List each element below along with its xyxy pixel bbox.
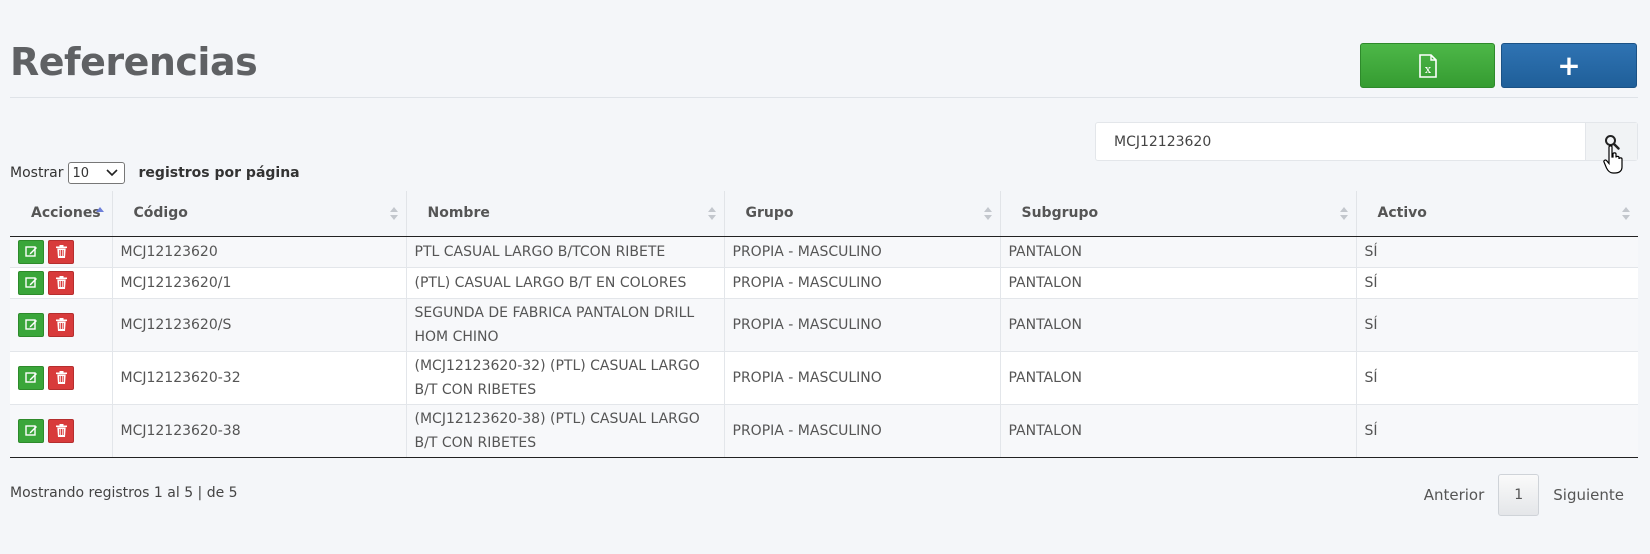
table-row: MCJ12123620 PTL CASUAL LARGO B/TCON RIBET… bbox=[10, 236, 1638, 268]
column-header-grupo[interactable]: Grupo bbox=[724, 191, 1001, 237]
cell-codigo: MCJ12123620/S bbox=[112, 298, 407, 352]
column-header-activo[interactable]: Activo bbox=[1356, 191, 1638, 237]
svg-text:x: x bbox=[1424, 63, 1431, 76]
trash-icon bbox=[55, 318, 67, 331]
cell-codigo: MCJ12123620-32 bbox=[112, 351, 407, 405]
cell-subgrupo: PANTALON bbox=[1000, 351, 1357, 405]
cell-nombre: SEGUNDA DE FABRICA PANTALON DRILL HOM CH… bbox=[406, 298, 725, 352]
cell-activo: SÍ bbox=[1356, 351, 1638, 405]
cell-activo: SÍ bbox=[1356, 298, 1638, 352]
edit-icon bbox=[24, 277, 37, 288]
delete-button[interactable] bbox=[48, 418, 74, 443]
sort-icon bbox=[707, 207, 716, 221]
table-header-row: Acciones Código Nombre Grupo Subgrupo Ac… bbox=[10, 191, 1638, 237]
edit-button[interactable] bbox=[18, 270, 44, 295]
column-header-acciones[interactable]: Acciones bbox=[10, 191, 113, 237]
sort-asc-icon bbox=[95, 207, 104, 221]
references-table: Acciones Código Nombre Grupo Subgrupo Ac… bbox=[10, 191, 1638, 458]
cell-codigo: MCJ12123620-38 bbox=[112, 404, 407, 458]
edit-button[interactable] bbox=[18, 418, 44, 443]
cell-grupo: PROPIA - MASCULINO bbox=[724, 351, 1001, 405]
cell-subgrupo: PANTALON bbox=[1000, 267, 1357, 299]
cell-subgrupo: PANTALON bbox=[1000, 298, 1357, 352]
edit-button[interactable] bbox=[18, 365, 44, 390]
trash-icon bbox=[55, 424, 67, 437]
cell-nombre: (MCJ12123620-38) (PTL) CASUAL LARGO B/T … bbox=[406, 404, 725, 458]
add-reference-button[interactable]: + bbox=[1501, 43, 1637, 88]
chevron-down-icon bbox=[105, 169, 118, 177]
edit-icon bbox=[24, 319, 37, 330]
page-length-select[interactable]: 10 bbox=[67, 162, 125, 184]
cell-subgrupo: PANTALON bbox=[1000, 404, 1357, 458]
row-actions bbox=[10, 351, 113, 405]
column-header-subgrupo[interactable]: Subgrupo bbox=[1000, 191, 1357, 237]
cell-grupo: PROPIA - MASCULINO bbox=[724, 404, 1001, 458]
cell-nombre: (MCJ12123620-32) (PTL) CASUAL LARGO B/T … bbox=[406, 351, 725, 405]
trash-icon bbox=[55, 276, 67, 289]
search-input[interactable] bbox=[1096, 123, 1585, 160]
row-actions bbox=[10, 236, 113, 268]
edit-button[interactable] bbox=[18, 312, 44, 337]
search-box bbox=[1095, 122, 1638, 161]
sort-icon bbox=[389, 207, 398, 221]
file-excel-icon: x bbox=[1418, 53, 1437, 78]
length-suffix: registros por página bbox=[138, 165, 300, 181]
cell-activo: SÍ bbox=[1356, 236, 1638, 268]
table-row: MCJ12123620/S SEGUNDA DE FABRICA PANTALON… bbox=[10, 298, 1638, 352]
cell-nombre: (PTL) CASUAL LARGO B/T EN COLORES bbox=[406, 267, 725, 299]
edit-button[interactable] bbox=[18, 239, 44, 264]
page-length-value: 10 bbox=[72, 165, 90, 181]
page-title: Referencias bbox=[10, 40, 258, 84]
trash-icon bbox=[55, 245, 67, 258]
cell-activo: SÍ bbox=[1356, 267, 1638, 299]
delete-button[interactable] bbox=[48, 270, 74, 295]
cell-grupo: PROPIA - MASCULINO bbox=[724, 236, 1001, 268]
row-actions bbox=[10, 404, 113, 458]
length-prefix: Mostrar bbox=[10, 165, 64, 181]
column-header-codigo[interactable]: Código bbox=[112, 191, 407, 237]
table-row: MCJ12123620-32 (MCJ12123620-32) (PTL) CAS… bbox=[10, 351, 1638, 405]
previous-page-link[interactable]: Anterior bbox=[1410, 486, 1499, 504]
table-info: Mostrando registros 1 al 5 | de 5 bbox=[10, 485, 238, 501]
edit-icon bbox=[24, 372, 37, 383]
table-row: MCJ12123620-38 (MCJ12123620-38) (PTL) CAS… bbox=[10, 404, 1638, 458]
page-number-button[interactable]: 1 bbox=[1498, 474, 1540, 516]
cell-nombre: PTL CASUAL LARGO B/TCON RIBETE bbox=[406, 236, 725, 268]
sort-icon bbox=[1339, 207, 1348, 221]
page-length-control: Mostrar 10 registros por página bbox=[10, 162, 300, 184]
hand-cursor-icon bbox=[1603, 145, 1623, 174]
row-actions bbox=[10, 267, 113, 299]
cell-grupo: PROPIA - MASCULINO bbox=[724, 298, 1001, 352]
trash-icon bbox=[55, 371, 67, 384]
delete-button[interactable] bbox=[48, 239, 74, 264]
next-page-link[interactable]: Siguiente bbox=[1539, 486, 1638, 504]
table-row: MCJ12123620/1 (PTL) CASUAL LARGO B/T EN C… bbox=[10, 267, 1638, 299]
edit-icon bbox=[24, 425, 37, 436]
column-header-nombre[interactable]: Nombre bbox=[406, 191, 725, 237]
plus-icon: + bbox=[1557, 48, 1581, 82]
sort-icon bbox=[1622, 207, 1630, 221]
row-actions bbox=[10, 298, 113, 352]
sort-icon bbox=[983, 207, 992, 221]
cell-codigo: MCJ12123620/1 bbox=[112, 267, 407, 299]
cell-subgrupo: PANTALON bbox=[1000, 236, 1357, 268]
pagination: Anterior 1 Siguiente bbox=[1410, 474, 1638, 516]
cell-activo: SÍ bbox=[1356, 404, 1638, 458]
edit-icon bbox=[24, 246, 37, 257]
title-divider bbox=[10, 97, 1638, 98]
export-excel-button[interactable]: x bbox=[1360, 43, 1495, 88]
delete-button[interactable] bbox=[48, 312, 74, 337]
cell-grupo: PROPIA - MASCULINO bbox=[724, 267, 1001, 299]
delete-button[interactable] bbox=[48, 365, 74, 390]
cell-codigo: MCJ12123620 bbox=[112, 236, 407, 268]
